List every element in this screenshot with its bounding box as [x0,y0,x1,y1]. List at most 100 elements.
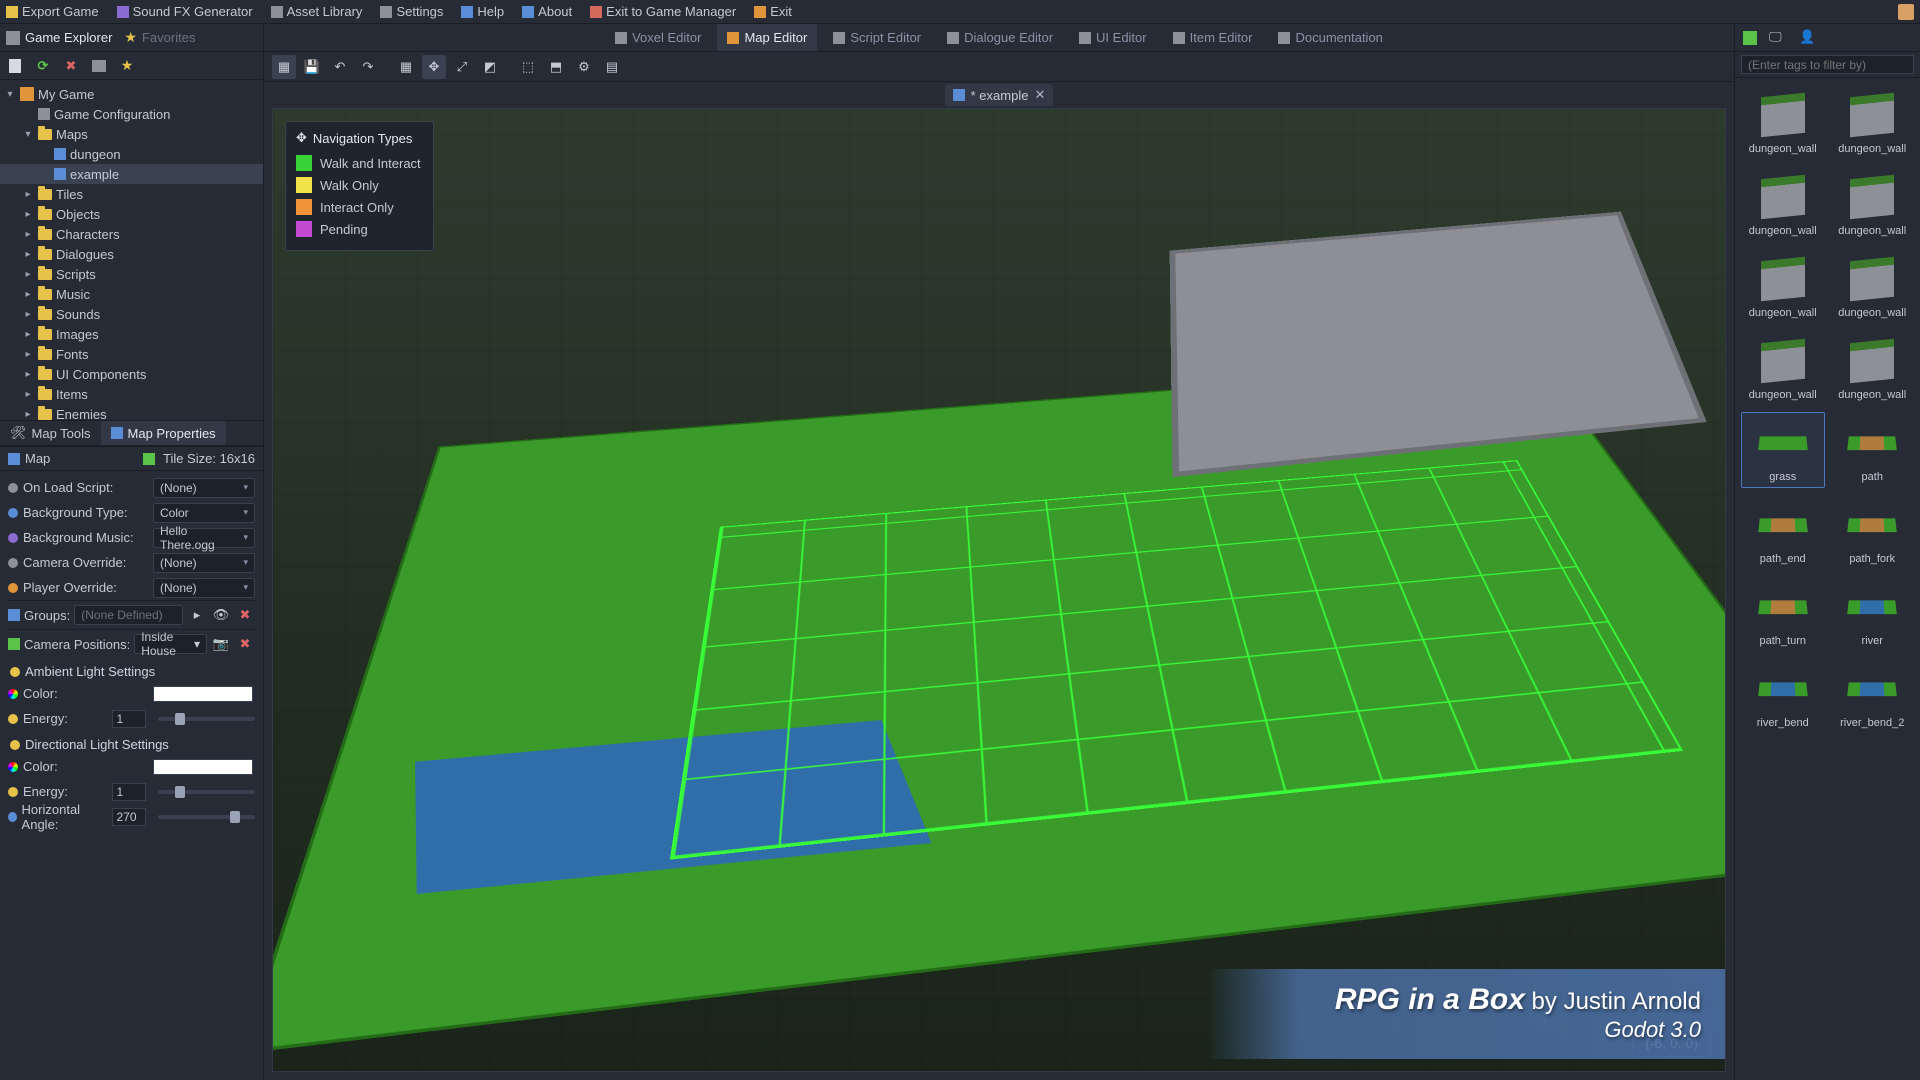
tile-dungeon_wall[interactable]: dungeon_wall [1831,330,1915,406]
close-tab-button[interactable]: ✕ [1034,87,1045,103]
tree-item-images[interactable]: ▸Images [0,324,263,344]
file-tab-example[interactable]: * example ✕ [945,84,1054,106]
menu-exit[interactable]: Exit [754,4,792,19]
groups-combo[interactable]: (None Defined) [74,605,183,625]
tile-river_bend_2[interactable]: river_bend_2 [1831,658,1915,734]
editor-tab-ui-editor[interactable]: UI Editor [1069,24,1157,51]
tile-dungeon_wall[interactable]: dungeon_wall [1741,84,1825,160]
settings-button[interactable]: ⚙ [572,55,596,79]
group-visibility-button[interactable]: 👁 [211,605,231,625]
tree-item-dungeon[interactable]: dungeon [0,144,263,164]
menu-export-game[interactable]: Export Game [6,4,99,19]
tile-dungeon_wall[interactable]: dungeon_wall [1831,84,1915,160]
undo-button[interactable]: ↶ [328,55,352,79]
group-select-button[interactable]: ▸ [187,605,207,625]
redo-button[interactable]: ↷ [356,55,380,79]
camera-override-combo[interactable]: (None)▾ [153,553,255,573]
tile-path_fork[interactable]: path_fork [1831,494,1915,570]
tab-game-explorer[interactable]: Game Explorer [6,30,112,45]
tree-item-scripts[interactable]: ▸Scripts [0,264,263,284]
editor-tab-dialogue-editor[interactable]: Dialogue Editor [937,24,1063,51]
tab-map-properties[interactable]: Map Properties [101,421,226,445]
tile-dungeon_wall[interactable]: dungeon_wall [1831,166,1915,242]
tree-item-example[interactable]: example [0,164,263,184]
rename-button[interactable] [90,57,108,75]
tile-river_bend[interactable]: river_bend [1741,658,1825,734]
directional-energy-slider[interactable] [158,790,256,794]
tree-item-ui-components[interactable]: ▸UI Components [0,364,263,384]
new-file-button[interactable] [6,57,24,75]
background-type-combo[interactable]: Color▾ [153,503,255,523]
favorite-button[interactable]: ★ [118,57,136,75]
tree-item-dialogues[interactable]: ▸Dialogues [0,244,263,264]
camera-delete-button[interactable]: ✖ [235,634,255,654]
snap-toggle-button[interactable]: ✥ [422,55,446,79]
tile-dungeon_wall[interactable]: dungeon_wall [1741,248,1825,324]
ambient-energy-slider[interactable] [158,717,256,721]
tool-b-button[interactable]: ⬒ [544,55,568,79]
group-delete-button[interactable]: ✖ [235,605,255,625]
directional-energy-input[interactable] [112,783,146,801]
tile-path[interactable]: path [1831,412,1915,488]
tree-root[interactable]: ▾ My Game [0,84,263,104]
tiles-tab[interactable] [1743,31,1757,45]
expand-button[interactable]: ⤢ [450,55,474,79]
on-load-script-combo[interactable]: (None)▾ [153,478,255,498]
delete-button[interactable]: ✖ [62,57,80,75]
tile-grass[interactable]: grass [1741,412,1825,488]
ambient-energy-input[interactable] [112,710,146,728]
map-viewport[interactable]: ✥Navigation Types Walk and InteractWalk … [272,108,1726,1072]
menu-help[interactable]: Help [461,4,504,19]
tab-map-tools[interactable]: 🛠 Map Tools [0,421,101,445]
tile-dungeon_wall[interactable]: dungeon_wall [1831,248,1915,324]
tree-item-game-configuration[interactable]: Game Configuration [0,104,263,124]
save-button[interactable]: 💾 [300,55,324,79]
new-map-button[interactable]: ▦ [272,55,296,79]
tree-item-enemies[interactable]: ▸Enemies [0,404,263,420]
camera-add-button[interactable]: 📷 [211,634,231,654]
ambient-color-swatch[interactable] [153,686,253,702]
tool-c-button[interactable]: ▤ [600,55,624,79]
tile-palette[interactable]: dungeon_walldungeon_walldungeon_walldung… [1735,78,1920,1080]
tree-item-fonts[interactable]: ▸Fonts [0,344,263,364]
menu-exit-to-game-manager[interactable]: Exit to Game Manager [590,4,736,19]
tile-path_end[interactable]: path_end [1741,494,1825,570]
editor-tab-script-editor[interactable]: Script Editor [823,24,931,51]
background-music-combo[interactable]: Hello There.ogg▾ [153,528,255,548]
objects-tab[interactable]: 🖵 [1769,29,1787,47]
editor-tab-item-editor[interactable]: Item Editor [1163,24,1263,51]
tree-item-tiles[interactable]: ▸Tiles [0,184,263,204]
player-override-combo[interactable]: (None)▾ [153,578,255,598]
editor-tab-voxel-editor[interactable]: Voxel Editor [605,24,711,51]
tree-item-items[interactable]: ▸Items [0,384,263,404]
menu-sound-fx-generator[interactable]: Sound FX Generator [117,4,253,19]
tile-dungeon_wall[interactable]: dungeon_wall [1741,166,1825,242]
tile-path_turn[interactable]: path_turn [1741,576,1825,652]
horizontal-angle-input[interactable] [112,808,146,826]
tile-dungeon_wall[interactable]: dungeon_wall [1741,330,1825,406]
tile-filter-input[interactable] [1741,55,1914,74]
project-tree[interactable]: ▾ My Game Game Configuration▾Mapsdungeon… [0,80,263,420]
tool-a-button[interactable]: ⬚ [516,55,540,79]
tile-river[interactable]: river [1831,576,1915,652]
tree-item-maps[interactable]: ▾Maps [0,124,263,144]
directional-color-swatch[interactable] [153,759,253,775]
tree-item-characters[interactable]: ▸Characters [0,224,263,244]
folder-icon [38,369,52,380]
editor-tab-documentation[interactable]: Documentation [1268,24,1392,51]
refresh-button[interactable]: ⟳ [34,57,52,75]
menu-asset-library[interactable]: Asset Library [271,4,363,19]
user-avatar[interactable] [1898,4,1914,20]
grid-toggle-button[interactable]: ▦ [394,55,418,79]
characters-tab[interactable]: 👤 [1799,29,1817,47]
tab-favorites[interactable]: ★ Favorites [124,29,195,46]
menu-settings[interactable]: Settings [380,4,443,19]
tree-item-sounds[interactable]: ▸Sounds [0,304,263,324]
editor-tab-map-editor[interactable]: Map Editor [717,24,817,51]
tree-item-music[interactable]: ▸Music [0,284,263,304]
horizontal-angle-slider[interactable] [158,815,256,819]
camera-positions-combo[interactable]: Inside House▾ [134,634,207,654]
tree-item-objects[interactable]: ▸Objects [0,204,263,224]
nav-overlay-button[interactable]: ◩ [478,55,502,79]
menu-about[interactable]: About [522,4,572,19]
